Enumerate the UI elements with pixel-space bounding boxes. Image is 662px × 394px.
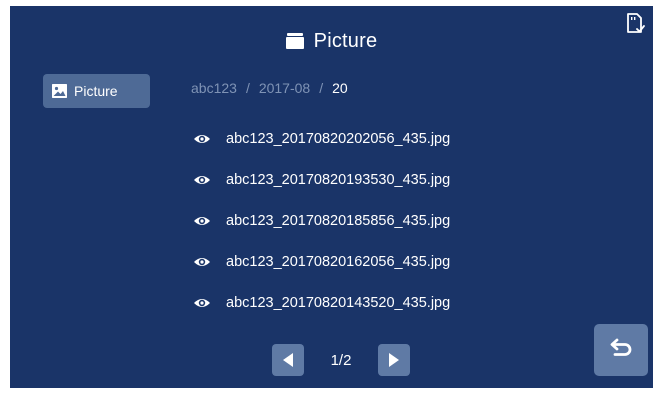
page-title: Picture — [313, 29, 378, 52]
file-item[interactable]: abc123_20170820185856_435.jpg — [193, 200, 450, 241]
tab-picture[interactable]: Picture — [43, 74, 150, 108]
breadcrumb: abc123 / 2017-08 / 20 — [191, 80, 348, 96]
sd-card-check-icon — [625, 12, 645, 36]
prev-page-icon — [283, 353, 293, 367]
file-name: abc123_20170820143520_435.jpg — [226, 294, 451, 311]
page-indicator: 1/2 — [330, 351, 352, 369]
file-item[interactable]: abc123_20170820143520_435.jpg — [193, 282, 450, 323]
breadcrumb-item[interactable]: 2017-08 — [259, 80, 310, 96]
file-name: abc123_20170820162056_435.jpg — [226, 253, 451, 270]
image-icon — [52, 84, 67, 98]
screen: Picture Picture abc123 / 2017-08 / 20 ab… — [10, 6, 653, 388]
next-page-button[interactable] — [377, 344, 410, 376]
file-name: abc123_20170820185856_435.jpg — [226, 212, 451, 229]
file-name: abc123_20170820202056_435.jpg — [226, 130, 451, 147]
prev-page-button[interactable] — [272, 344, 304, 376]
header: Picture — [10, 26, 653, 56]
breadcrumb-item[interactable]: abc123 — [191, 80, 237, 96]
back-arrow-icon — [608, 337, 634, 364]
breadcrumb-separator: / — [245, 80, 250, 96]
file-item[interactable]: abc123_20170820202056_435.jpg — [193, 118, 450, 159]
eye-icon — [193, 256, 211, 268]
file-item[interactable]: abc123_20170820162056_435.jpg — [193, 241, 450, 282]
folder-icon — [285, 33, 304, 49]
eye-icon — [193, 215, 211, 227]
eye-icon — [193, 297, 211, 309]
next-page-icon — [388, 353, 399, 367]
breadcrumb-current: 20 — [332, 80, 348, 96]
eye-icon — [193, 133, 211, 145]
file-list: abc123_20170820202056_435.jpg abc123_201… — [193, 118, 450, 323]
tab-label: Picture — [74, 83, 118, 99]
file-name: abc123_20170820193530_435.jpg — [226, 171, 451, 188]
pager: 1/2 — [272, 344, 410, 376]
back-button[interactable] — [594, 324, 648, 376]
eye-icon — [193, 174, 211, 186]
breadcrumb-separator: / — [319, 80, 324, 96]
file-item[interactable]: abc123_20170820193530_435.jpg — [193, 159, 450, 200]
